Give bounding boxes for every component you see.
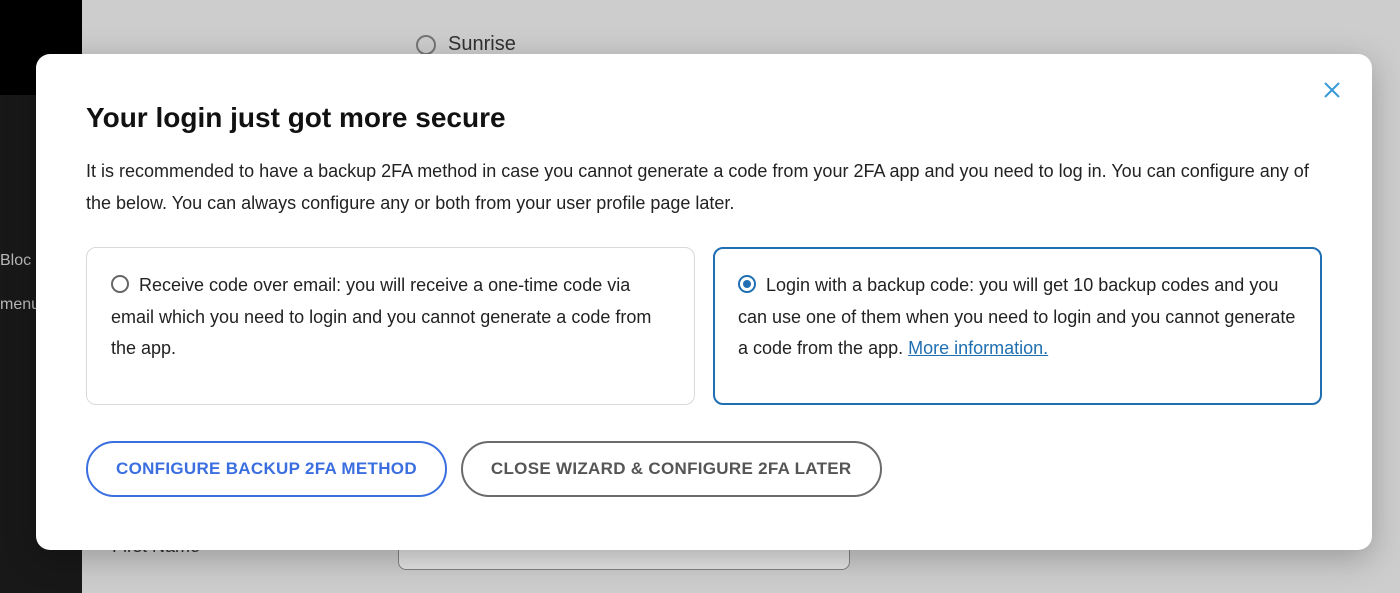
more-information-link[interactable]: More information. [908, 338, 1048, 358]
backup-2fa-modal: Your login just got more secure It is re… [36, 54, 1372, 550]
radio-icon [111, 275, 129, 293]
option-email[interactable]: Receive code over email: you will receiv… [86, 247, 695, 405]
close-wizard-button[interactable]: CLOSE WIZARD & CONFIGURE 2FA LATER [461, 441, 882, 497]
close-button[interactable] [1318, 76, 1346, 104]
option-backup-code[interactable]: Login with a backup code: you will get 1… [713, 247, 1322, 405]
options-row: Receive code over email: you will receiv… [86, 247, 1322, 405]
option-email-text: Receive code over email: you will receiv… [111, 275, 651, 358]
modal-description: It is recommended to have a backup 2FA m… [86, 156, 1316, 219]
close-icon [1323, 81, 1341, 99]
modal-title: Your login just got more secure [86, 102, 1322, 134]
configure-backup-2fa-button[interactable]: CONFIGURE BACKUP 2FA METHOD [86, 441, 447, 497]
buttons-row: CONFIGURE BACKUP 2FA METHOD CLOSE WIZARD… [86, 441, 1322, 497]
radio-icon [738, 275, 756, 293]
